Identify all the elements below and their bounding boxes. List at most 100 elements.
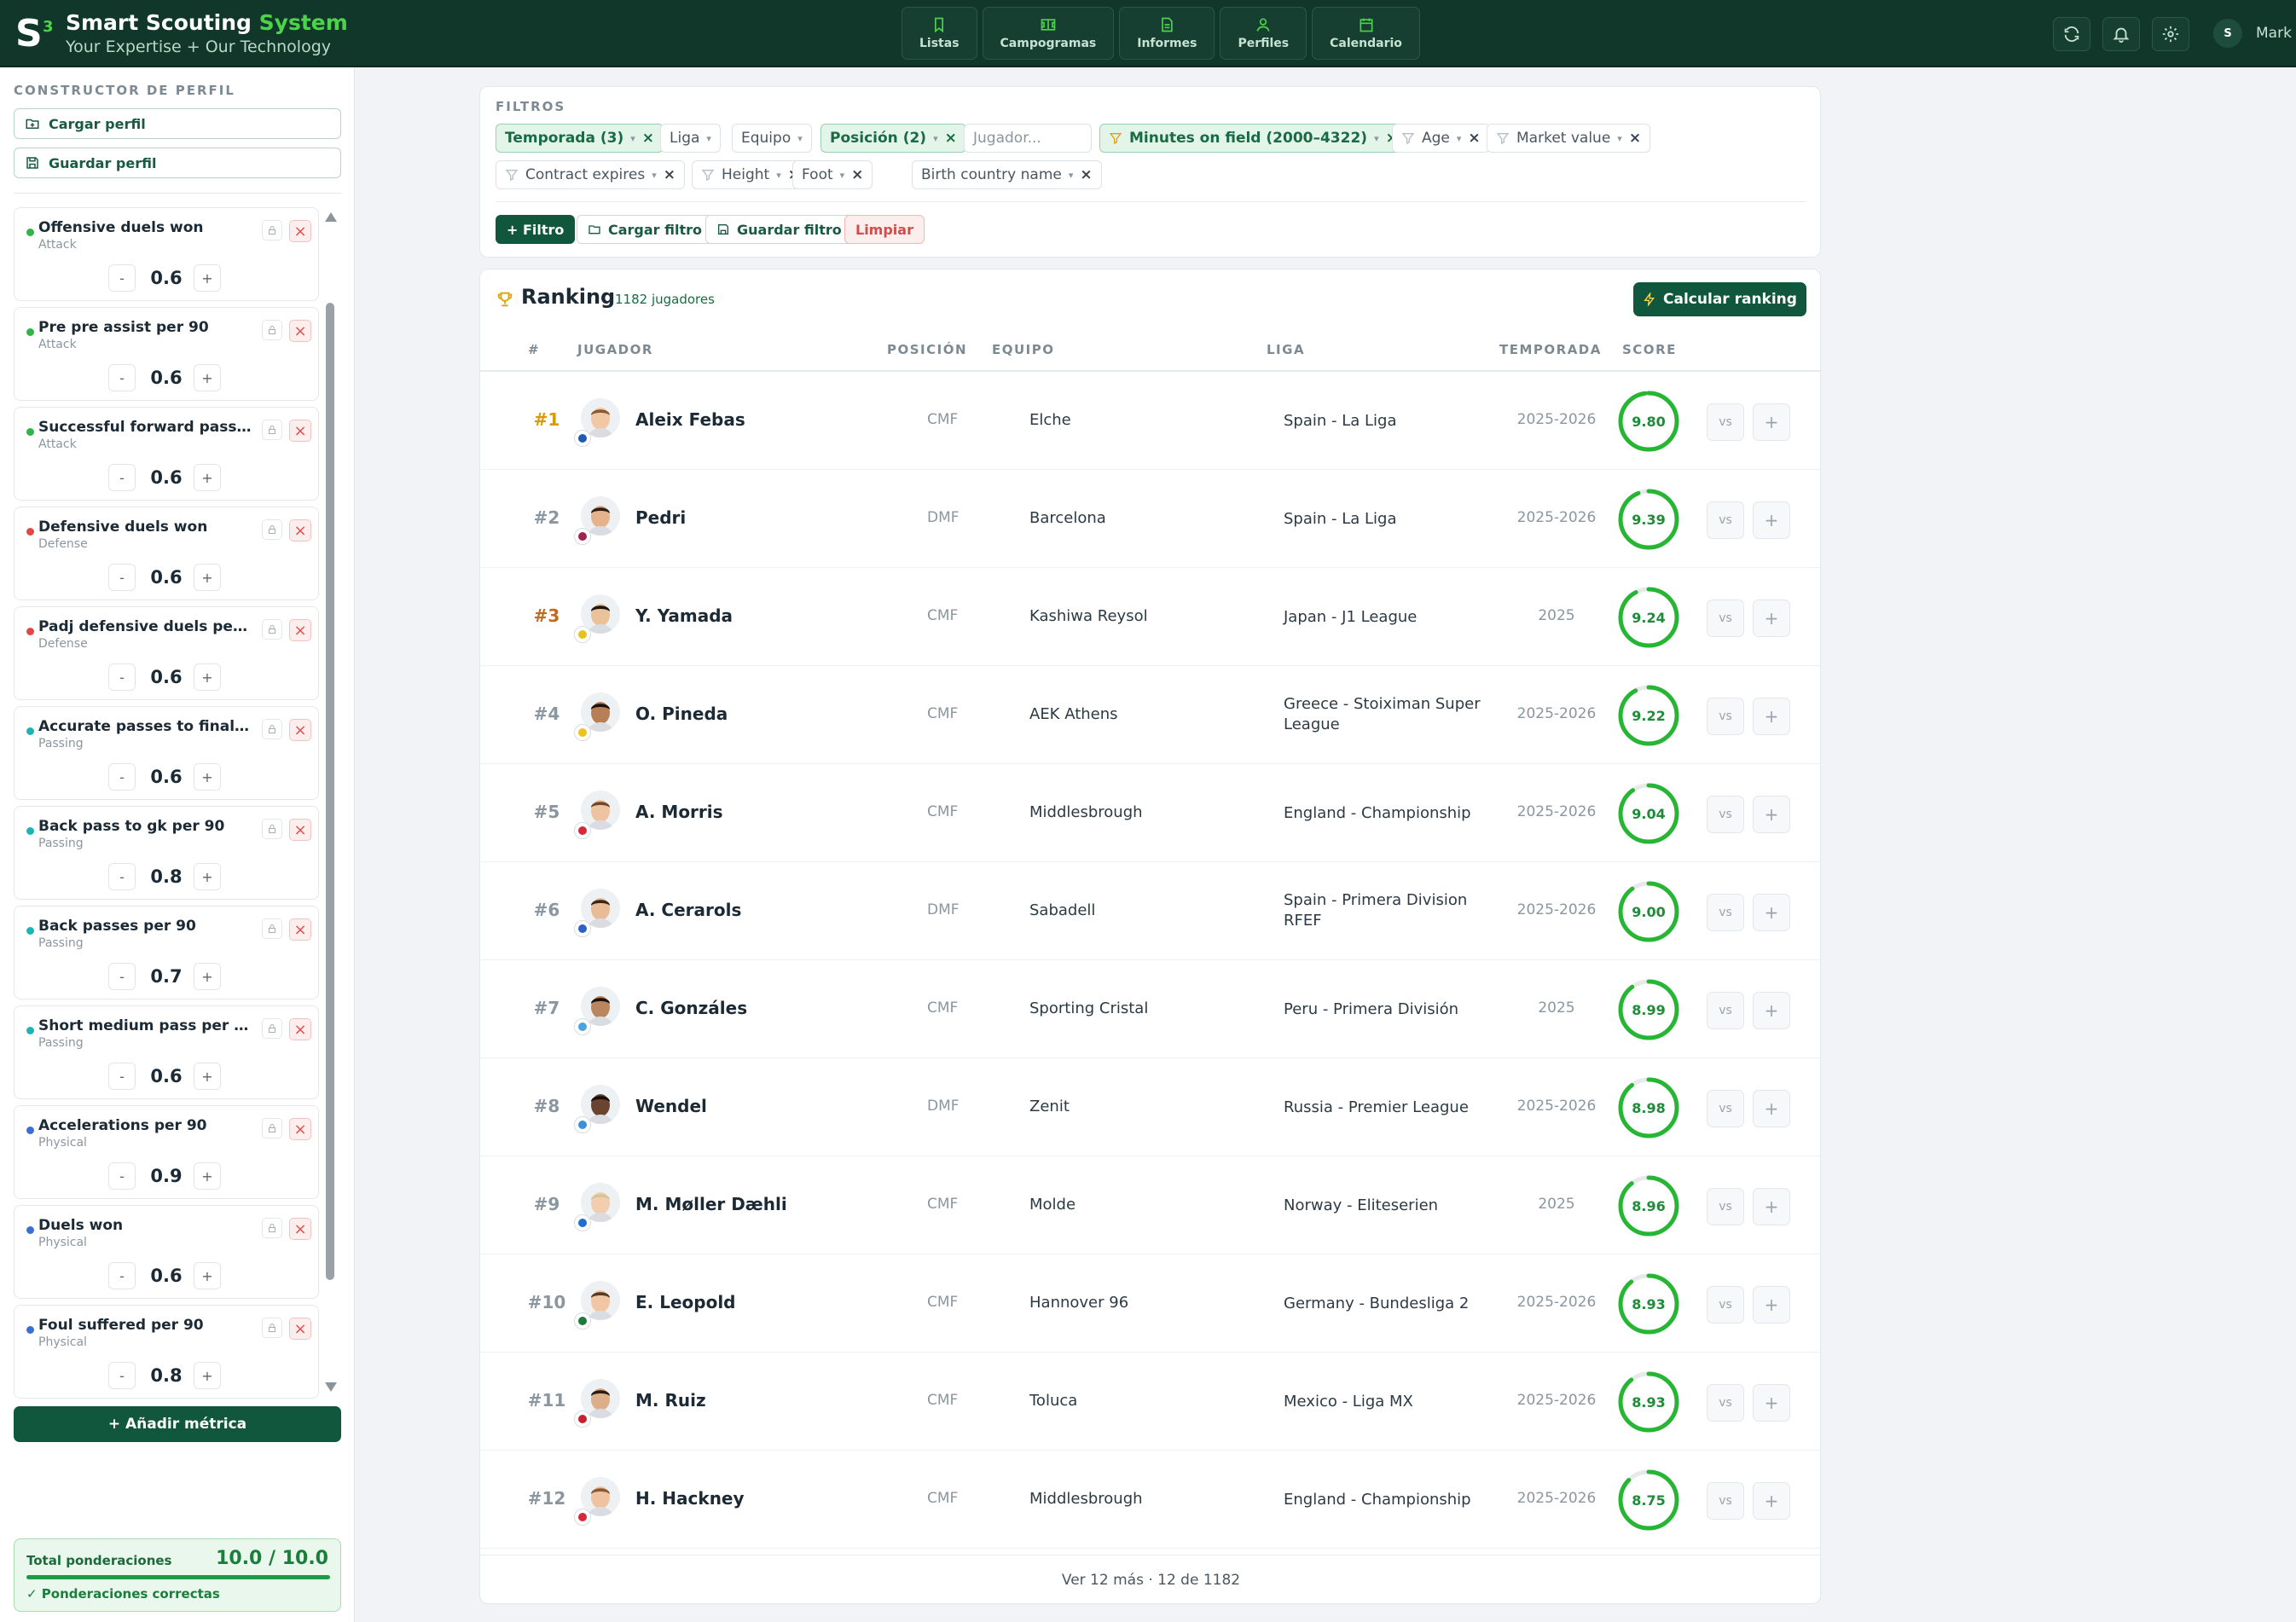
remove-metric-button[interactable]: ×: [289, 1218, 311, 1240]
filter-chip[interactable]: Minutes on field (2000–4322)▾×: [1099, 124, 1407, 153]
table-row[interactable]: #10 E. Leopold CMF Hannover 96 Germany - Bun…: [480, 1254, 1820, 1353]
increase-weight-button[interactable]: +: [194, 364, 221, 391]
close-icon[interactable]: ×: [1629, 130, 1641, 147]
compare-button[interactable]: vs: [1707, 698, 1744, 735]
close-icon[interactable]: ×: [1080, 166, 1092, 183]
remove-metric-button[interactable]: ×: [289, 918, 311, 941]
increase-weight-button[interactable]: +: [194, 663, 221, 691]
decrease-weight-button[interactable]: -: [108, 1063, 136, 1090]
clear-filters-button[interactable]: Limpiar: [844, 215, 925, 244]
notifications-button[interactable]: [2102, 17, 2140, 51]
compare-button[interactable]: vs: [1707, 796, 1744, 833]
nav-perfiles[interactable]: Perfiles: [1220, 7, 1307, 60]
decrease-weight-button[interactable]: -: [108, 564, 136, 591]
close-icon[interactable]: ×: [642, 130, 654, 147]
filter-chip[interactable]: Age ▾ ×: [1392, 124, 1490, 153]
decrease-weight-button[interactable]: -: [108, 1362, 136, 1389]
add-to-list-button[interactable]: +: [1753, 796, 1790, 833]
show-more-button[interactable]: Ver 12 más · 12 de 1182: [480, 1555, 1820, 1603]
increase-weight-button[interactable]: +: [194, 963, 221, 990]
player-name[interactable]: A. Cerarols: [635, 900, 741, 920]
table-row[interactable]: #7 C. Gonzáles CMF Sporting Cristal Peru - P…: [480, 960, 1820, 1058]
settings-button[interactable]: [2152, 17, 2189, 51]
col-header-position[interactable]: POSICIÓN: [887, 342, 967, 357]
add-to-list-button[interactable]: +: [1753, 1286, 1790, 1324]
increase-weight-button[interactable]: +: [194, 1162, 221, 1190]
lock-button[interactable]: [262, 1218, 282, 1238]
col-header-team[interactable]: EQUIPO: [992, 342, 1055, 357]
player-name[interactable]: Wendel: [635, 1096, 707, 1116]
add-to-list-button[interactable]: +: [1753, 1482, 1790, 1520]
close-icon[interactable]: ×: [851, 166, 863, 183]
remove-metric-button[interactable]: ×: [289, 420, 311, 442]
decrease-weight-button[interactable]: -: [108, 663, 136, 691]
decrease-weight-button[interactable]: -: [108, 264, 136, 292]
increase-weight-button[interactable]: +: [194, 564, 221, 591]
player-name[interactable]: O. Pineda: [635, 704, 728, 724]
table-row[interactable]: #1 Aleix Febas CMF Elche Spain - La Liga 2025…: [480, 372, 1820, 470]
add-to-list-button[interactable]: +: [1753, 992, 1790, 1029]
compare-button[interactable]: vs: [1707, 600, 1744, 637]
lock-button[interactable]: [262, 1018, 282, 1039]
col-header-season[interactable]: TEMPORADA: [1499, 342, 1602, 357]
decrease-weight-button[interactable]: -: [108, 963, 136, 990]
scroll-down-arrow[interactable]: [325, 1382, 337, 1392]
compare-button[interactable]: vs: [1707, 403, 1744, 441]
remove-metric-button[interactable]: ×: [289, 1018, 311, 1040]
increase-weight-button[interactable]: +: [194, 863, 221, 890]
remove-metric-button[interactable]: ×: [289, 719, 311, 741]
decrease-weight-button[interactable]: -: [108, 1262, 136, 1289]
close-icon[interactable]: ×: [1468, 130, 1480, 147]
player-search-input[interactable]: Jugador...: [964, 124, 1092, 153]
lock-button[interactable]: [262, 1318, 282, 1338]
compare-button[interactable]: vs: [1707, 1090, 1744, 1127]
remove-metric-button[interactable]: ×: [289, 1318, 311, 1340]
table-row[interactable]: #6 A. Cerarols DMF Sabadell Spain - Primera …: [480, 862, 1820, 960]
filter-chip[interactable]: Posición (2) ▾ ×: [820, 124, 966, 153]
remove-metric-button[interactable]: ×: [289, 819, 311, 841]
add-to-list-button[interactable]: +: [1753, 1090, 1790, 1127]
nav-campogramas[interactable]: Campogramas: [982, 7, 1115, 60]
lock-button[interactable]: [262, 1118, 282, 1138]
compare-button[interactable]: vs: [1707, 894, 1744, 931]
add-filter-button[interactable]: + Filtro: [496, 215, 576, 244]
player-name[interactable]: H. Hackney: [635, 1488, 745, 1509]
player-name[interactable]: E. Leopold: [635, 1292, 736, 1312]
add-to-list-button[interactable]: +: [1753, 403, 1790, 441]
compare-button[interactable]: vs: [1707, 1384, 1744, 1422]
user-menu[interactable]: S Mark: [2213, 19, 2292, 48]
filter-chip[interactable]: Temporada (3) ▾ ×: [496, 124, 664, 153]
calculate-ranking-button[interactable]: Calcular ranking: [1633, 282, 1806, 316]
remove-metric-button[interactable]: ×: [289, 1118, 311, 1140]
table-row[interactable]: #11 M. Ruiz CMF Toluca Mexico - Liga MX 2025-…: [480, 1353, 1820, 1451]
add-to-list-button[interactable]: +: [1753, 894, 1790, 931]
player-name[interactable]: M. Møller Dæhli: [635, 1194, 787, 1214]
scrollbar-thumb[interactable]: [326, 303, 334, 1280]
increase-weight-button[interactable]: +: [194, 464, 221, 491]
load-filter-button[interactable]: Cargar filtro: [577, 215, 714, 244]
increase-weight-button[interactable]: +: [194, 1063, 221, 1090]
table-row[interactable]: #4 O. Pineda CMF AEK Athens Greece - Stoixim…: [480, 666, 1820, 764]
lock-button[interactable]: [262, 519, 282, 540]
lock-button[interactable]: [262, 918, 282, 939]
add-to-list-button[interactable]: +: [1753, 1384, 1790, 1422]
table-row[interactable]: #5 A. Morris CMF Middlesbrough England - Cha…: [480, 764, 1820, 862]
increase-weight-button[interactable]: +: [194, 1262, 221, 1289]
lock-button[interactable]: [262, 819, 282, 839]
add-to-list-button[interactable]: +: [1753, 600, 1790, 637]
remove-metric-button[interactable]: ×: [289, 619, 311, 641]
remove-metric-button[interactable]: ×: [289, 519, 311, 542]
increase-weight-button[interactable]: +: [194, 1362, 221, 1389]
decrease-weight-button[interactable]: -: [108, 1162, 136, 1190]
player-name[interactable]: Pedri: [635, 507, 686, 528]
close-icon[interactable]: ×: [664, 166, 675, 183]
nav-calendario[interactable]: Calendario: [1312, 7, 1420, 60]
player-name[interactable]: M. Ruiz: [635, 1390, 706, 1411]
lock-button[interactable]: [262, 220, 282, 240]
add-metric-button[interactable]: + Añadir métrica: [14, 1406, 341, 1442]
compare-button[interactable]: vs: [1707, 1482, 1744, 1520]
col-header-score[interactable]: SCORE: [1622, 342, 1677, 357]
lock-button[interactable]: [262, 719, 282, 739]
nav-listas[interactable]: Listas: [902, 7, 977, 60]
nav-informes[interactable]: Informes: [1119, 7, 1215, 60]
